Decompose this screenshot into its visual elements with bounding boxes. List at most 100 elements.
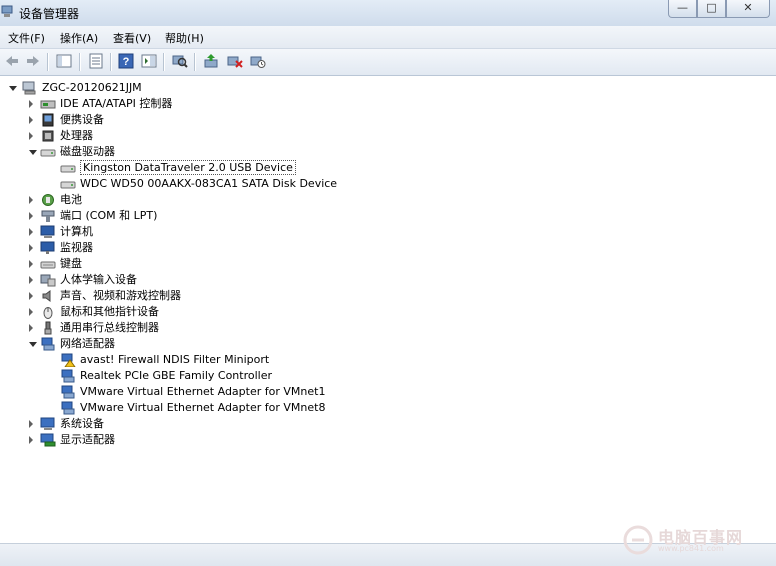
forward-arrow-icon[interactable] xyxy=(25,53,41,69)
disable-device-icon[interactable] xyxy=(227,53,243,69)
tree-root[interactable]: ZGC-20120621JJM xyxy=(0,80,300,96)
tree-category[interactable]: 电池 xyxy=(0,192,520,208)
tree-node-label: 便携设备 xyxy=(60,113,104,126)
disk-drive-icon xyxy=(40,149,56,157)
network-adapter-icon xyxy=(61,385,75,399)
expand-arrow-icon[interactable] xyxy=(29,324,33,332)
expand-arrow-icon[interactable] xyxy=(29,100,33,108)
processor-icon xyxy=(42,130,54,142)
toolbar: ? xyxy=(0,49,776,76)
tree-device[interactable]: Realtek PCIe GBE Family Controller xyxy=(0,368,520,384)
network-adapter-icon xyxy=(41,337,55,351)
tree-node-label: 网络适配器 xyxy=(60,337,115,350)
scan-hardware-icon[interactable] xyxy=(172,53,188,69)
tree-category[interactable]: 磁盘驱动器 xyxy=(0,144,520,160)
tree-node-label: 键盘 xyxy=(60,257,82,270)
expand-arrow-icon[interactable] xyxy=(29,196,33,204)
tree-category[interactable]: 系统设备 xyxy=(0,416,520,432)
tree-category[interactable]: IDE ATA/ATAPI 控制器 xyxy=(0,96,520,112)
expand-arrow-icon[interactable] xyxy=(29,260,33,268)
properties-icon[interactable] xyxy=(88,53,104,69)
tree-category[interactable]: 便携设备 xyxy=(0,112,520,128)
tree-node-label: 鼠标和其他指针设备 xyxy=(60,305,159,318)
tree-device[interactable]: avast! Firewall NDIS Filter Miniport xyxy=(0,352,520,368)
computer-icon xyxy=(40,225,55,238)
watermark-sub: www.pc841.com xyxy=(658,544,724,553)
display-adapter-icon xyxy=(40,433,56,447)
tree-device[interactable]: VMware Virtual Ethernet Adapter for VMne… xyxy=(0,384,520,400)
action-pane-icon[interactable] xyxy=(141,53,157,69)
expand-arrow-icon[interactable] xyxy=(29,244,33,252)
tree-category[interactable]: 鼠标和其他指针设备 xyxy=(0,304,520,320)
tree-node-label: Kingston DataTraveler 2.0 USB Device xyxy=(80,160,296,175)
tree-node-label: 显示适配器 xyxy=(60,433,115,446)
tree-node-label: 通用串行总线控制器 xyxy=(60,321,159,334)
tree-category[interactable]: 计算机 xyxy=(0,224,520,240)
watermark: 电脑百事网 www.pc841.com xyxy=(620,522,770,562)
tree-node-label: 声音、视频和游戏控制器 xyxy=(60,289,181,302)
tree-device[interactable]: Kingston DataTraveler 2.0 USB Device xyxy=(0,160,520,176)
expand-arrow-icon[interactable] xyxy=(29,308,33,316)
tree-node-label: WDC WD50 00AAKX-083CA1 SATA Disk Device xyxy=(80,177,338,190)
expand-arrow-icon[interactable] xyxy=(29,276,33,284)
help-icon[interactable]: ? xyxy=(118,53,134,69)
tree-category[interactable]: 处理器 xyxy=(0,128,520,144)
expand-arrow-icon[interactable] xyxy=(29,436,33,444)
menu-help[interactable]: 帮助(H) xyxy=(165,30,204,46)
collapse-arrow-icon[interactable] xyxy=(29,342,37,347)
tree-category[interactable]: 端口 (COM 和 LPT) xyxy=(0,208,520,224)
update-driver-icon[interactable] xyxy=(203,53,219,69)
tree-category[interactable]: 声音、视频和游戏控制器 xyxy=(0,288,520,304)
title-bar: 设备管理器 — □ ✕ xyxy=(0,0,776,26)
disk-drive-icon xyxy=(60,165,76,173)
keyboard-icon xyxy=(40,261,56,269)
monitor-icon xyxy=(40,241,55,254)
device-tree: ZGC-20120621JJM IDE ATA/ATAPI 控制器 便携设备处理器… xyxy=(0,76,776,542)
maximize-button[interactable]: □ xyxy=(697,0,726,18)
uninstall-device-icon[interactable] xyxy=(250,53,266,69)
tree-node-label: IDE ATA/ATAPI 控制器 xyxy=(60,97,173,110)
tree-device[interactable]: VMware Virtual Ethernet Adapter for VMne… xyxy=(0,400,520,416)
tree-node-label: 监视器 xyxy=(60,241,93,254)
window-controls: — □ ✕ xyxy=(668,0,770,18)
minimize-button[interactable]: — xyxy=(668,0,697,18)
network-warning-icon xyxy=(61,353,76,367)
tree-category[interactable]: 网络适配器 xyxy=(0,336,520,352)
menu-bar: 文件(F) 操作(A) 查看(V) 帮助(H) xyxy=(0,26,776,49)
back-arrow-icon[interactable] xyxy=(4,53,20,69)
expand-arrow-icon[interactable] xyxy=(29,212,33,220)
tree-device[interactable]: WDC WD50 00AAKX-083CA1 SATA Disk Device xyxy=(0,176,520,192)
watermark-logo-icon xyxy=(623,525,653,555)
tree-node-label: VMware Virtual Ethernet Adapter for VMne… xyxy=(80,385,326,398)
expand-arrow-icon[interactable] xyxy=(29,292,33,300)
port-icon xyxy=(41,210,55,222)
tree-node-label: 磁盘驱动器 xyxy=(60,145,115,158)
close-button[interactable]: ✕ xyxy=(726,0,770,18)
tree-category[interactable]: 显示适配器 xyxy=(0,432,520,448)
tree-category[interactable]: 监视器 xyxy=(0,240,520,256)
show-hide-console-tree-icon[interactable] xyxy=(56,53,72,69)
expand-arrow-icon[interactable] xyxy=(29,132,33,140)
tree-node-label: avast! Firewall NDIS Filter Miniport xyxy=(80,353,270,366)
mouse-icon xyxy=(43,307,53,319)
tree-category[interactable]: 键盘 xyxy=(0,256,520,272)
tree-node-label: 计算机 xyxy=(60,225,93,238)
device-manager-app-icon xyxy=(1,5,13,17)
tree-node-label: VMware Virtual Ethernet Adapter for VMne… xyxy=(80,401,326,414)
menu-file[interactable]: 文件(F) xyxy=(8,30,45,46)
expand-arrow-icon[interactable] xyxy=(29,420,33,428)
svg-text:?: ? xyxy=(123,56,130,68)
tree-node-label: 电池 xyxy=(60,193,82,206)
speaker-icon xyxy=(42,290,51,302)
window-title: 设备管理器 xyxy=(19,7,80,21)
network-adapter-icon xyxy=(61,401,75,415)
expand-arrow-icon[interactable] xyxy=(29,228,33,236)
tree-category[interactable]: 通用串行总线控制器 xyxy=(0,320,520,336)
system-device-icon xyxy=(40,417,55,430)
menu-action[interactable]: 操作(A) xyxy=(60,30,98,46)
collapse-arrow-icon[interactable] xyxy=(29,150,37,155)
expand-arrow-icon[interactable] xyxy=(29,116,33,124)
menu-view[interactable]: 查看(V) xyxy=(113,30,151,46)
tree-category[interactable]: 人体学输入设备 xyxy=(0,272,520,288)
portable-device-icon xyxy=(42,113,54,127)
